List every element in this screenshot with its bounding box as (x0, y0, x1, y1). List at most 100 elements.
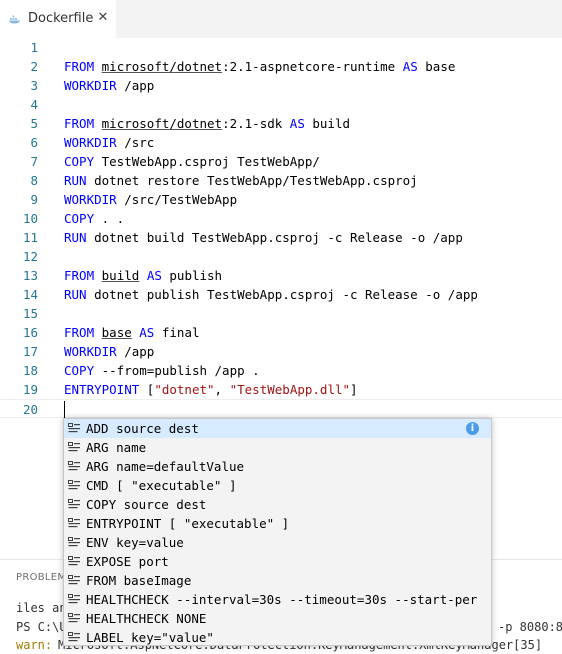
snippet-icon (68, 575, 80, 585)
suggest-item[interactable]: HEALTHCHECK --interval=30s --timeout=30s… (64, 590, 491, 609)
line-number: 16 (22, 325, 38, 340)
terminal-line: iles an (16, 601, 67, 615)
line-code: COPY TestWebApp.csproj TestWebApp/ (64, 154, 320, 169)
line-code: RUN dotnet restore TestWebApp/TestWebApp… (64, 173, 418, 188)
terminal-line: PS C:\U (16, 620, 67, 634)
code-line[interactable]: 1 (0, 38, 562, 57)
suggest-item[interactable]: LABEL key="value" (64, 628, 491, 645)
line-number: 20 (22, 402, 38, 417)
line-number: 1 (30, 40, 38, 55)
suggest-item[interactable]: ENTRYPOINT [ "executable" ] (64, 514, 491, 533)
snippet-icon (68, 537, 80, 547)
suggest-item[interactable]: ADD source dest i (64, 419, 491, 438)
code-line[interactable]: 16 FROM base AS final (0, 323, 562, 342)
docker-icon (9, 15, 20, 24)
code-line[interactable]: 9 WORKDIR /src/TestWebApp (0, 190, 562, 209)
tab-dockerfile[interactable]: Dockerfile ✕ (0, 0, 116, 38)
line-code: RUN dotnet build TestWebApp.csproj -c Re… (64, 230, 463, 245)
code-line[interactable]: 18 COPY --from=publish /app . (0, 361, 562, 380)
line-number: 18 (22, 363, 38, 378)
snippet-icon (68, 594, 80, 604)
code-line[interactable]: 12 (0, 247, 562, 266)
suggest-item-label: CMD [ "executable" ] (86, 478, 237, 493)
line-number: 4 (30, 97, 38, 112)
suggest-item[interactable]: ENV key=value (64, 533, 491, 552)
line-number: 2 (30, 59, 38, 74)
suggest-item-label: ARG name=defaultValue (86, 459, 245, 474)
line-code: COPY . . (64, 211, 125, 226)
line-number: 17 (22, 344, 38, 359)
suggest-item[interactable]: ARG name=defaultValue (64, 457, 491, 476)
suggest-item[interactable]: HEALTHCHECK NONE (64, 609, 491, 628)
snippet-icon (68, 556, 80, 566)
snippet-icon (68, 632, 80, 642)
code-line[interactable]: 2 FROM microsoft/dotnet:2.1-aspnetcore-ru… (0, 57, 562, 76)
code-line[interactable]: 17 WORKDIR /app (0, 342, 562, 361)
text-cursor (64, 401, 65, 418)
line-code: FROM microsoft/dotnet:2.1-aspnetcore-run… (64, 59, 456, 74)
suggest-item-label: ARG name (86, 440, 147, 455)
line-code: WORKDIR /src (64, 135, 155, 150)
info-icon[interactable]: i (466, 422, 479, 435)
code-line[interactable]: 4 (0, 95, 562, 114)
line-number: 10 (22, 211, 38, 226)
suggest-item-label: COPY source dest (86, 497, 207, 512)
suggest-item[interactable]: ARG name (64, 438, 491, 457)
line-code: FROM base AS final (64, 325, 200, 340)
snippet-icon (68, 461, 80, 471)
line-number: 15 (22, 306, 38, 321)
code-line[interactable]: 11 RUN dotnet build TestWebApp.csproj -c … (0, 228, 562, 247)
snippet-icon (68, 423, 80, 433)
suggest-item[interactable]: CMD [ "executable" ] (64, 476, 491, 495)
suggest-item-label: EXPOSE port (86, 554, 169, 569)
suggest-item-label: HEALTHCHECK --interval=30s --timeout=30s… (86, 592, 478, 607)
code-line[interactable]: 3 WORKDIR /app (0, 76, 562, 95)
tab-title: Dockerfile (28, 11, 94, 26)
tab-problems[interactable]: PROBLEM (16, 572, 66, 583)
line-number: 6 (30, 135, 38, 150)
line-code: WORKDIR /app (64, 78, 155, 93)
editor-tab-bar: Dockerfile ✕ (0, 0, 562, 38)
code-line[interactable]: 13 FROM build AS publish (0, 266, 562, 285)
line-code: FROM microsoft/dotnet:2.1-sdk AS build (64, 116, 351, 131)
line-number: 7 (30, 154, 38, 169)
suggest-item-label: FROM baseImage (86, 573, 192, 588)
code-line[interactable]: 10 COPY . . (0, 209, 562, 228)
line-number: 5 (30, 116, 38, 131)
snippet-icon (68, 499, 80, 509)
line-code: RUN dotnet publish TestWebApp.csproj -c … (64, 287, 478, 302)
autocomplete-suggest-widget[interactable]: ADD source dest i ARG name ARG name=default… (63, 418, 492, 646)
suggest-item[interactable]: FROM baseImage (64, 571, 491, 590)
terminal-line: -p 8080:8 (498, 620, 562, 634)
line-number: 14 (22, 287, 38, 302)
suggest-item[interactable]: EXPOSE port (64, 552, 491, 571)
line-code: WORKDIR /src/TestWebApp (64, 192, 238, 207)
line-number: 8 (30, 173, 38, 188)
line-number: 19 (22, 382, 38, 397)
suggest-item-label: LABEL key="value" (86, 630, 214, 645)
line-number: 12 (22, 249, 38, 264)
line-number: 13 (22, 268, 38, 283)
code-line[interactable]: 5 FROM microsoft/dotnet:2.1-sdk AS build (0, 114, 562, 133)
suggest-item[interactable]: COPY source dest (64, 495, 491, 514)
line-code: ENTRYPOINT ["dotnet", "TestWebApp.dll"] (64, 382, 358, 397)
close-icon[interactable]: ✕ (96, 10, 110, 26)
code-line[interactable]: 14 RUN dotnet publish TestWebApp.csproj -… (0, 285, 562, 304)
terminal-warn-label: warn: (16, 638, 60, 652)
code-line[interactable]: 7 COPY TestWebApp.csproj TestWebApp/ (0, 152, 562, 171)
code-line[interactable]: 19 ENTRYPOINT ["dotnet", "TestWebApp.dll"… (0, 380, 562, 399)
suggest-item-label: ENTRYPOINT [ "executable" ] (86, 516, 290, 531)
suggest-item-label: ENV key=value (86, 535, 184, 550)
snippet-icon (68, 518, 80, 528)
code-line[interactable]: 6 WORKDIR /src (0, 133, 562, 152)
code-line[interactable]: 20 (0, 399, 562, 418)
line-number: 3 (30, 78, 38, 93)
snippet-icon (68, 442, 80, 452)
code-line[interactable]: 8 RUN dotnet restore TestWebApp/TestWebAp… (0, 171, 562, 190)
snippet-icon (68, 480, 80, 490)
suggest-item-label: ADD source dest (86, 421, 199, 436)
code-line[interactable]: 15 (0, 304, 562, 323)
line-number: 11 (22, 230, 38, 245)
line-code: COPY --from=publish /app . (64, 363, 260, 378)
line-code: FROM build AS publish (64, 268, 223, 283)
